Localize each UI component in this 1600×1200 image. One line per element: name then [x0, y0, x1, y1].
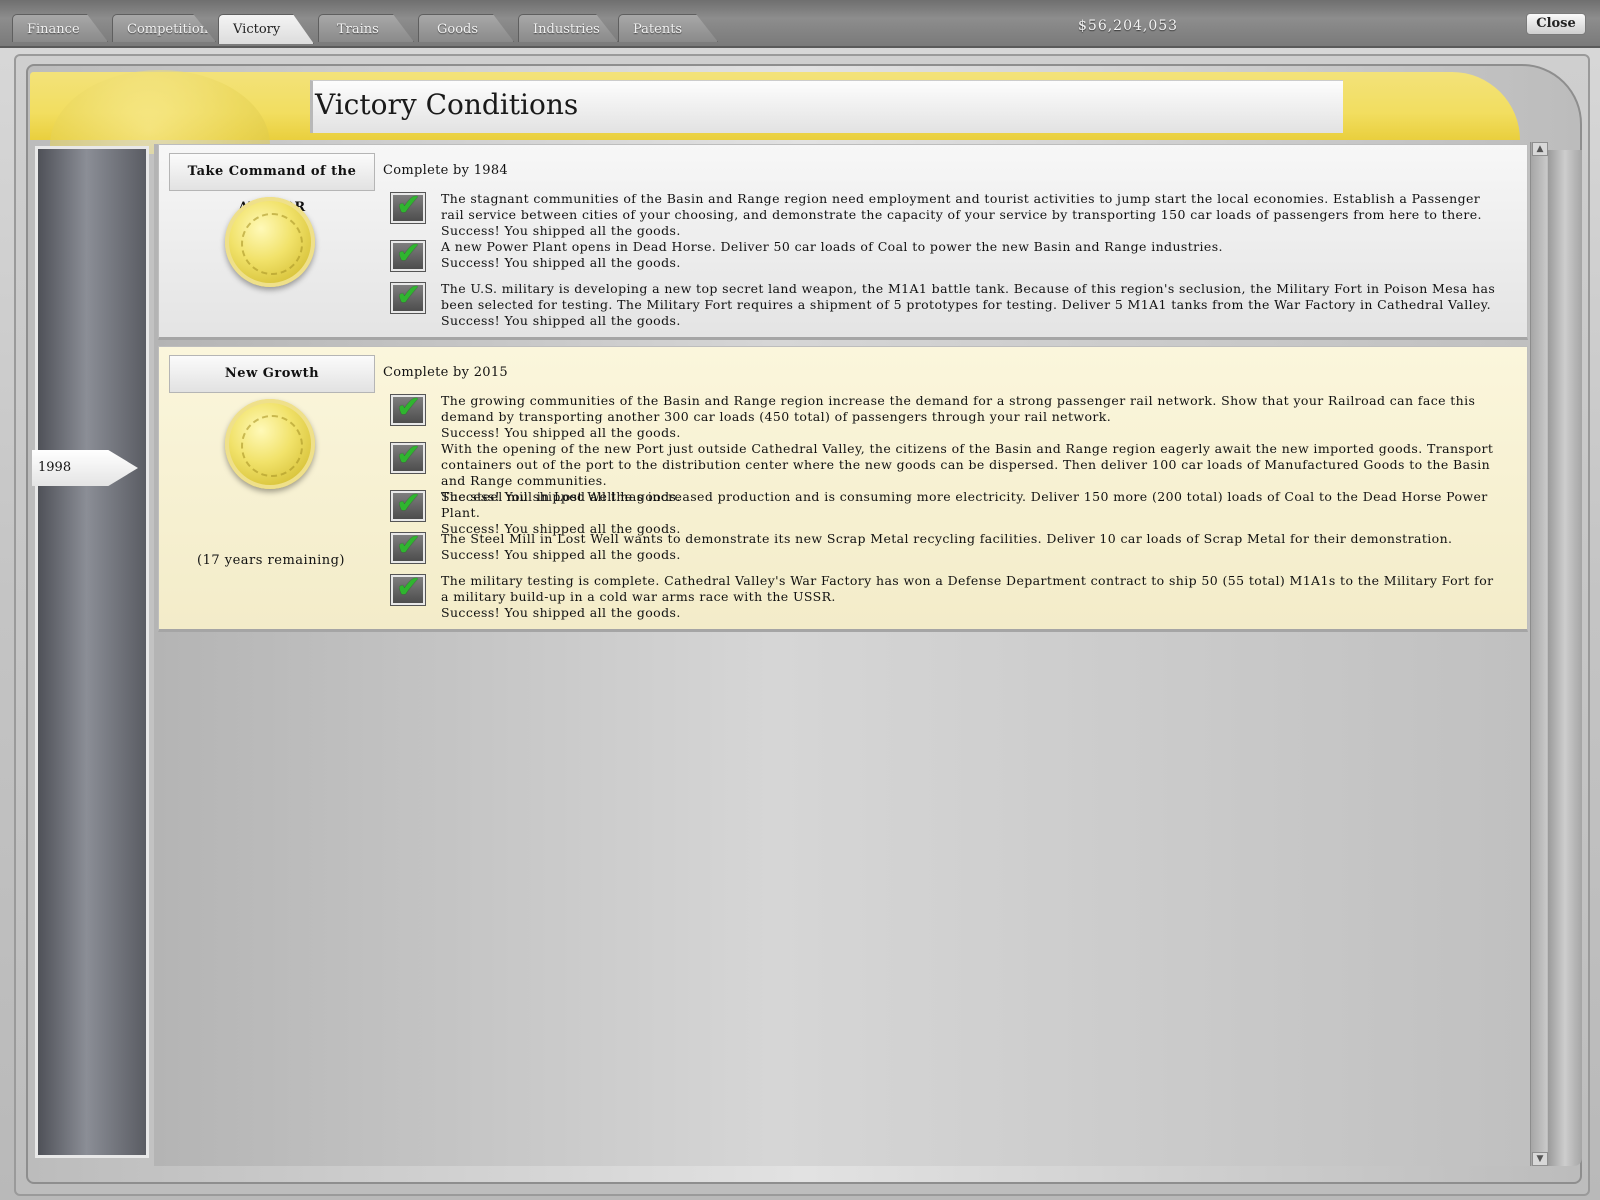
tab-victory[interactable]: Victory — [218, 14, 314, 44]
arrow-up-icon[interactable]: ▲ — [1532, 142, 1548, 156]
checkmark-icon: ✔ — [391, 529, 425, 563]
goal-description: The steel mill in Lost Well has increase… — [441, 489, 1488, 520]
goal-description: The stagnant communities of the Basin an… — [441, 191, 1482, 222]
top-tab-bar: Finance Competition Victory Trains Goods… — [0, 0, 1600, 48]
vertical-scrollbar[interactable]: ▲ ▼ — [1530, 142, 1548, 1166]
checkmark-icon: ✔ — [391, 279, 425, 313]
years-remaining: (17 years remaining) — [197, 553, 345, 568]
goal-description: The U.S. military is developing a new to… — [441, 281, 1496, 312]
tab-finance[interactable]: Finance — [12, 14, 108, 42]
money-balance: $56,204,053 — [1078, 18, 1179, 34]
goal-status: Success! You shipped all the goods. — [441, 255, 681, 270]
goal-description: The Steel Mill in Lost Well wants to dem… — [441, 531, 1453, 546]
checkmark-icon: ✔ — [391, 189, 425, 223]
goal-status: Success! You shipped all the goods. — [441, 425, 681, 440]
tab-competition[interactable]: Competition — [112, 14, 216, 42]
tab-goods[interactable]: Goods — [418, 14, 514, 42]
condition-deadline: Complete by 2015 — [383, 365, 509, 380]
gold-medal-icon — [225, 399, 315, 489]
goal-description: The military testing is complete. Cathed… — [441, 573, 1494, 604]
goal-status: Success! You shipped all the goods. — [441, 547, 681, 562]
goal-status: Success! You shipped all the goods. — [441, 223, 681, 238]
checkmark-icon: ✔ — [391, 571, 425, 605]
goal-description: A new Power Plant opens in Dead Horse. D… — [441, 239, 1223, 254]
condition-card: New Growth (17 years remaining) Complete… — [158, 346, 1528, 632]
tab-patents[interactable]: Patents — [618, 14, 718, 42]
condition-name: New Growth — [169, 355, 375, 393]
tab-trains[interactable]: Trains — [318, 14, 414, 42]
tab-industries[interactable]: Industries — [518, 14, 618, 42]
timeline — [35, 146, 149, 1158]
gold-medal-icon — [225, 197, 315, 287]
checkmark-icon: ✔ — [391, 237, 425, 271]
goal-status: Success! You shipped all the goods. — [441, 605, 681, 620]
goal-description: The growing communities of the Basin and… — [441, 393, 1476, 424]
page-title: Victory Conditions — [315, 88, 579, 121]
goal-status: Success! You shipped all the goods. — [441, 313, 681, 328]
close-button[interactable]: Close — [1526, 13, 1586, 35]
frame-decoration — [1548, 150, 1582, 1166]
checkmark-icon: ✔ — [391, 439, 425, 473]
goal-description: With the opening of the new Port just ou… — [441, 441, 1494, 488]
checkmark-icon: ✔ — [391, 487, 425, 521]
checkmark-icon: ✔ — [391, 391, 425, 425]
condition-name: Take Command of the ATSF RR — [169, 153, 375, 215]
condition-card: Take Command of the ATSF RR Complete by … — [158, 144, 1528, 340]
arrow-down-icon[interactable]: ▼ — [1532, 1152, 1548, 1166]
condition-deadline: Complete by 1984 — [383, 163, 509, 178]
